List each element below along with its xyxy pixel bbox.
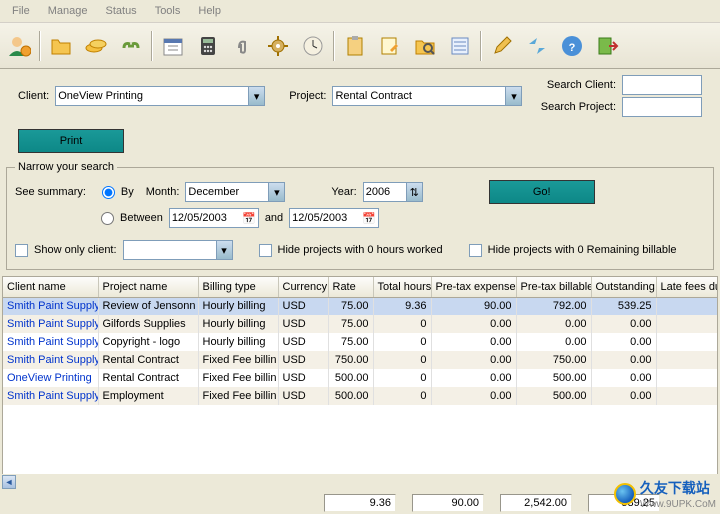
horizontal-scrollbar[interactable]: ◄ (2, 474, 718, 490)
month-combo[interactable]: December▾ (185, 182, 285, 202)
table-row[interactable]: Smith Paint SupplyGilfords SuppliesHourl… (3, 315, 718, 333)
help-icon[interactable]: ? (555, 29, 589, 63)
date-from[interactable]: 12/05/2003📅 (169, 208, 259, 228)
search-project-label: Search Project: (541, 101, 616, 113)
gear-icon[interactable] (261, 29, 295, 63)
col-billing[interactable]: Billing type (198, 277, 278, 297)
grid-header-row: Client name Project name Billing type Cu… (3, 277, 718, 297)
table-row[interactable]: Smith Paint SupplyCopyright - logoHourly… (3, 333, 718, 351)
table-row[interactable]: Smith Paint SupplyEmploymentFixed Fee bi… (3, 387, 718, 405)
col-client[interactable]: Client name (3, 277, 98, 297)
narrow-search-group: Narrow your search See summary: By Month… (6, 161, 714, 270)
col-rate[interactable]: Rate (328, 277, 373, 297)
sync-icon[interactable] (520, 29, 554, 63)
col-late[interactable]: Late fees due (656, 277, 718, 297)
total-out: 539.25 (588, 494, 660, 512)
menu-help[interactable]: Help (190, 3, 229, 19)
calendar-icon[interactable]: 📅 (361, 212, 377, 225)
svg-text:?: ? (569, 42, 576, 54)
hide-0-billable-check[interactable] (469, 244, 482, 257)
col-currency[interactable]: Currency (278, 277, 328, 297)
col-exp[interactable]: Pre-tax expenses (431, 277, 516, 297)
menubar: File Manage Status Tools Help (0, 0, 720, 23)
show-only-client-label: Show only client: (34, 244, 117, 256)
total-exp: 90.00 (412, 494, 484, 512)
narrow-legend: Narrow your search (15, 161, 117, 173)
exit-icon[interactable] (590, 29, 624, 63)
pencil-icon[interactable] (485, 29, 519, 63)
clock-icon[interactable] (296, 29, 330, 63)
print-button[interactable]: Print (18, 129, 124, 153)
calendar-icon[interactable]: 📅 (241, 212, 257, 225)
go-button[interactable]: Go! (489, 180, 595, 204)
search-folder-icon[interactable] (408, 29, 442, 63)
show-only-client-combo[interactable]: ▾ (123, 240, 233, 260)
hide-0-billable-label: Hide projects with 0 Remaining billable (488, 244, 677, 256)
col-project[interactable]: Project name (98, 277, 198, 297)
menu-tools[interactable]: Tools (147, 3, 189, 19)
totals-row: 9.36 90.00 2,542.00 539.25 (324, 492, 660, 514)
table-row[interactable]: OneView PrintingRental ContractFixed Fee… (3, 369, 718, 387)
scroll-left-icon[interactable]: ◄ (2, 475, 16, 489)
client-combo[interactable]: OneView Printing▾ (55, 86, 265, 106)
folder-icon[interactable] (44, 29, 78, 63)
year-label: Year: (331, 186, 356, 198)
coins-icon[interactable] (79, 29, 113, 63)
and-label: and (265, 212, 283, 224)
link-icon[interactable] (114, 29, 148, 63)
user-icon[interactable] (2, 29, 36, 63)
search-project-input[interactable] (622, 97, 702, 117)
total-billable: 2,542.00 (500, 494, 572, 512)
search-client-label: Search Client: (547, 79, 616, 91)
see-summary-label: See summary: (15, 186, 86, 198)
attachment-icon[interactable] (226, 29, 260, 63)
toolbar: ? (0, 23, 720, 69)
between-label: Between (120, 212, 163, 224)
project-combo[interactable]: Rental Contract▾ (332, 86, 522, 106)
col-out[interactable]: Outstanding (591, 277, 656, 297)
hide-0-hours-check[interactable] (259, 244, 272, 257)
search-client-input[interactable] (622, 75, 702, 95)
clipboard-icon[interactable] (338, 29, 372, 63)
calculator-icon[interactable] (191, 29, 225, 63)
menu-file[interactable]: File (4, 3, 38, 19)
client-label: Client: (18, 90, 49, 102)
col-billable[interactable]: Pre-tax billable (516, 277, 591, 297)
col-hours[interactable]: Total hours (373, 277, 431, 297)
edit-note-icon[interactable] (373, 29, 407, 63)
table-row[interactable]: Smith Paint SupplyRental ContractFixed F… (3, 351, 718, 369)
menu-status[interactable]: Status (98, 3, 145, 19)
list-icon[interactable] (443, 29, 477, 63)
between-radio[interactable] (101, 212, 114, 225)
data-grid: Client name Project name Billing type Cu… (2, 276, 718, 488)
project-label: Project: (289, 90, 326, 102)
by-label: By (121, 186, 134, 198)
by-radio[interactable] (102, 186, 115, 199)
menu-manage[interactable]: Manage (40, 3, 96, 19)
year-combo[interactable]: 2006⇅ (363, 182, 423, 202)
show-only-client-check[interactable] (15, 244, 28, 257)
total-hours: 9.36 (324, 494, 396, 512)
calendar-icon[interactable] (156, 29, 190, 63)
table-row[interactable]: Smith Paint SupplyReview of JensonnHourl… (3, 297, 718, 315)
date-to[interactable]: 12/05/2003📅 (289, 208, 379, 228)
month-label: Month: (146, 186, 180, 198)
hide-0-hours-label: Hide projects with 0 hours worked (278, 244, 443, 256)
filter-bar: Client: OneView Printing▾ Project: Renta… (0, 69, 720, 121)
